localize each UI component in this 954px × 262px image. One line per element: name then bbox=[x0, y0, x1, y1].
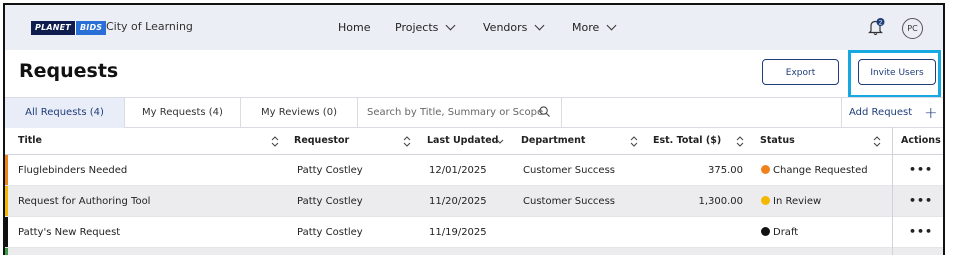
col-title[interactable]: Title bbox=[18, 127, 42, 155]
cell-status: Draft bbox=[761, 217, 798, 248]
table-row[interactable]: Patty's New Request Patty Costley 11/19/… bbox=[5, 217, 943, 248]
cell-updated: 11/20/2025 bbox=[429, 196, 487, 207]
sort-icon[interactable] bbox=[873, 136, 881, 147]
cell-title[interactable]: Patty's New Request bbox=[18, 217, 120, 248]
cell-department: Customer Success bbox=[523, 196, 616, 207]
cell-department: Customer Success bbox=[523, 165, 616, 176]
nav-more-label: More bbox=[572, 21, 600, 34]
cell-status: Change Requested bbox=[761, 155, 868, 186]
cell-title[interactable]: Fluglebinders Needed bbox=[18, 155, 127, 186]
add-request-button[interactable]: Add Request + bbox=[849, 98, 938, 128]
col-last-updated[interactable]: Last Updated bbox=[427, 127, 498, 155]
page-title: Requests bbox=[19, 60, 119, 82]
more-actions-icon[interactable]: ••• bbox=[909, 225, 933, 238]
row-status-stripe bbox=[5, 155, 8, 185]
notification-count: 2 bbox=[879, 19, 883, 26]
row-status-stripe bbox=[5, 248, 8, 255]
table-header: Title Requestor Last Updated Department … bbox=[5, 127, 943, 155]
top-nav: PLANET BIDS City of Learning Home Projec… bbox=[5, 5, 943, 50]
tab-my-reviews[interactable]: My Reviews (0) bbox=[241, 98, 357, 128]
status-dot bbox=[761, 165, 770, 174]
more-actions-icon[interactable]: ••• bbox=[909, 163, 933, 176]
sort-icon[interactable] bbox=[736, 136, 744, 147]
export-button[interactable]: Export bbox=[762, 59, 839, 85]
status-label: Change Requested bbox=[773, 165, 868, 176]
nav-vendors[interactable]: Vendors bbox=[483, 20, 545, 34]
cell-requestor: Patty Costley bbox=[297, 196, 363, 207]
table-row[interactable]: Request for Authoring Tool Patty Costley… bbox=[5, 186, 943, 217]
sort-icon[interactable] bbox=[630, 136, 638, 147]
nav-projects-label: Projects bbox=[395, 21, 439, 34]
chevron-down-icon bbox=[445, 20, 456, 31]
cell-requestor: Patty Costley bbox=[297, 165, 363, 176]
tab-all-requests[interactable]: All Requests (4) bbox=[5, 98, 125, 128]
col-department[interactable]: Department bbox=[521, 127, 585, 155]
row-status-stripe bbox=[5, 217, 8, 247]
cell-updated: 12/01/2025 bbox=[429, 165, 487, 176]
cell-requestor: Patty Costley bbox=[297, 227, 363, 238]
cell-status: In Review bbox=[761, 186, 821, 217]
table-row[interactable]: Fluglebinders Needed Patty Costley 12/01… bbox=[5, 155, 943, 186]
tab-my-requests[interactable]: My Requests (4) bbox=[125, 98, 241, 128]
plus-icon: + bbox=[924, 103, 938, 122]
org-name: City of Learning bbox=[106, 20, 193, 33]
col-est-total[interactable]: Est. Total ($) bbox=[653, 127, 721, 155]
sort-icon[interactable] bbox=[271, 136, 279, 147]
planetbids-logo[interactable]: PLANET BIDS bbox=[31, 21, 107, 35]
logo-bids: BIDS bbox=[74, 21, 107, 35]
table-row[interactable] bbox=[5, 248, 943, 255]
row-status-stripe bbox=[5, 186, 8, 216]
chevron-down-icon bbox=[534, 20, 545, 31]
status-dot bbox=[761, 196, 770, 205]
invite-users-highlight bbox=[848, 50, 941, 98]
nav-home-label: Home bbox=[338, 21, 371, 34]
sort-down-icon[interactable] bbox=[496, 136, 504, 147]
nav-vendors-label: Vendors bbox=[483, 21, 528, 34]
divider bbox=[841, 98, 842, 128]
avatar[interactable]: PC bbox=[902, 18, 923, 39]
cell-total: 375.00 bbox=[708, 165, 743, 176]
nav-more[interactable]: More bbox=[572, 20, 617, 34]
tabs-row: All Requests (4) My Requests (4) My Revi… bbox=[5, 97, 943, 128]
search-placeholder: Search by Title, Summary or Scope bbox=[367, 107, 544, 118]
status-dot bbox=[761, 227, 770, 236]
search-icon[interactable] bbox=[539, 106, 550, 117]
chevron-down-icon bbox=[606, 20, 617, 31]
cell-total: 1,300.00 bbox=[698, 196, 743, 207]
cell-title[interactable]: Request for Authoring Tool bbox=[18, 186, 150, 217]
app-frame: PLANET BIDS City of Learning Home Projec… bbox=[3, 3, 945, 255]
add-request-label: Add Request bbox=[849, 107, 913, 118]
search-input[interactable]: Search by Title, Summary or Scope bbox=[357, 98, 562, 128]
bell-icon[interactable]: 2 bbox=[867, 18, 885, 36]
col-status[interactable]: Status bbox=[760, 127, 795, 155]
sort-icon[interactable] bbox=[403, 136, 411, 147]
col-requestor[interactable]: Requestor bbox=[294, 127, 349, 155]
nav-home[interactable]: Home bbox=[338, 21, 370, 34]
more-actions-icon[interactable]: ••• bbox=[909, 194, 933, 207]
logo-planet: PLANET bbox=[31, 21, 75, 35]
status-label: In Review bbox=[773, 196, 822, 207]
cell-updated: 11/19/2025 bbox=[429, 227, 487, 238]
nav-projects[interactable]: Projects bbox=[395, 20, 456, 34]
status-label: Draft bbox=[773, 227, 799, 238]
